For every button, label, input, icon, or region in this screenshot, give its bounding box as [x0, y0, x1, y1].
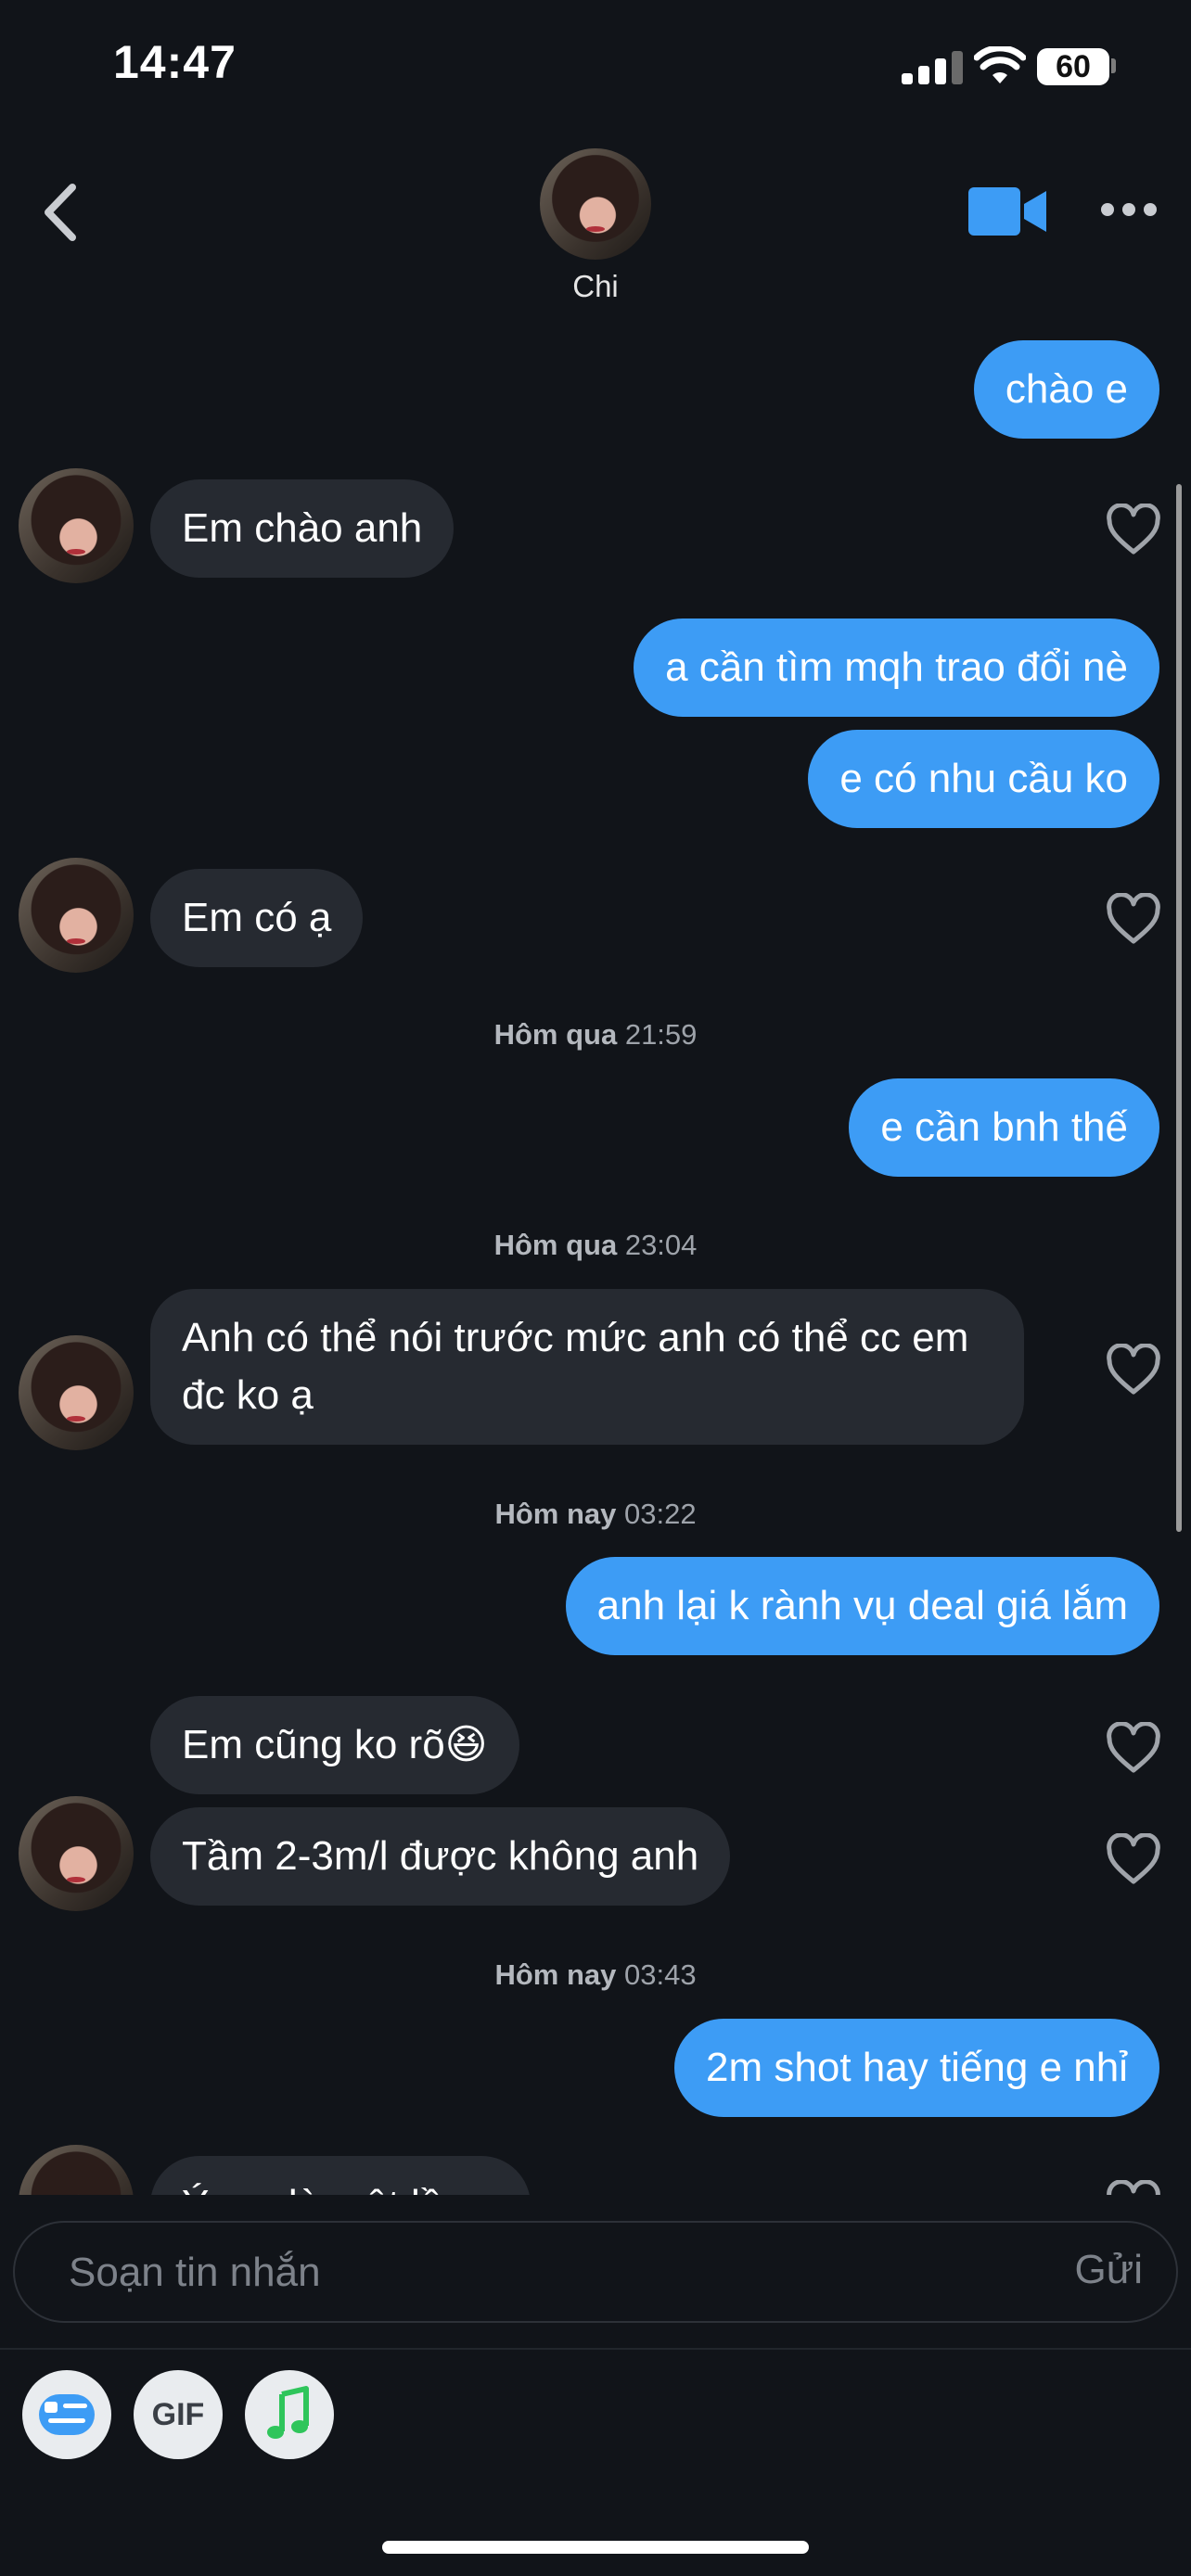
contact-name[interactable]: Chi: [519, 269, 672, 304]
heart-icon[interactable]: [1106, 1833, 1161, 1885]
timestamp-divider: Hôm qua 23:04: [493, 1229, 698, 1261]
heart-icon[interactable]: [1106, 2180, 1161, 2195]
wifi-icon: [974, 46, 1026, 83]
sender-avatar: [19, 858, 134, 973]
heart-icon[interactable]: [1106, 504, 1161, 555]
message-outgoing[interactable]: a cần tìm mqh trao đổi nè: [634, 618, 1159, 717]
heart-icon[interactable]: [1106, 1722, 1161, 1774]
video-call-icon[interactable]: [968, 185, 1048, 237]
message-incoming[interactable]: Anh có thể nói trước mức anh có thể cc e…: [150, 1289, 1024, 1445]
cellular-signal-icon: [902, 51, 963, 84]
timestamp-divider: Hôm nay 03:43: [494, 1958, 697, 1991]
message-outgoing[interactable]: 2m shot hay tiếng e nhỉ: [674, 2019, 1159, 2117]
divider: [0, 2348, 1191, 2350]
heart-icon[interactable]: [1106, 1344, 1161, 1396]
timestamp-divider: Hôm nay 03:22: [494, 1498, 697, 1530]
message-composer: Gửi: [13, 2221, 1178, 2323]
sender-avatar: [19, 468, 134, 583]
message-outgoing[interactable]: e có nhu cầu ko: [808, 730, 1159, 828]
send-button[interactable]: Gửi: [1075, 2247, 1143, 2293]
message-incoming[interactable]: Em cũng ko rõ😆: [150, 1696, 519, 1794]
scrollbar[interactable]: [1176, 484, 1182, 1532]
message-incoming[interactable]: Em có ạ: [150, 869, 364, 967]
sender-avatar: [19, 1335, 134, 1450]
music-button[interactable]: [245, 2370, 334, 2459]
back-chevron-icon[interactable]: [39, 182, 80, 243]
sender-avatar: [19, 1796, 134, 1911]
gif-button[interactable]: GIF: [134, 2370, 223, 2459]
contact-avatar[interactable]: [540, 148, 651, 260]
battery-nub: [1111, 58, 1116, 73]
timestamp-divider: Hôm qua 21:59: [493, 1018, 698, 1051]
battery-indicator: 60: [1037, 48, 1109, 85]
message-outgoing[interactable]: chào e: [973, 340, 1159, 439]
music-icon: [267, 2386, 309, 2439]
message-incoming[interactable]: Ý em là một lần ạ: [150, 2156, 531, 2195]
more-icon[interactable]: [1098, 200, 1159, 219]
message-outgoing[interactable]: e cần bnh thế: [849, 1078, 1159, 1177]
message-incoming[interactable]: Em chào anh: [150, 479, 455, 578]
sticker-button[interactable]: [22, 2370, 111, 2459]
sender-avatar: [19, 2145, 134, 2195]
sticker-icon: [39, 2394, 95, 2435]
chat-thread[interactable]: chào e Em chào anh a cần tìm mqh trao đổ…: [0, 320, 1191, 2195]
message-input[interactable]: [67, 2241, 998, 2304]
gif-icon: GIF: [151, 2397, 205, 2432]
home-indicator: [382, 2541, 809, 2554]
message-outgoing[interactable]: anh lại k rành vụ deal giá lắm: [565, 1557, 1159, 1655]
message-incoming[interactable]: Tầm 2-3m/l được không anh: [150, 1807, 731, 1906]
status-time: 14:47: [113, 36, 237, 88]
heart-icon[interactable]: [1106, 893, 1161, 945]
